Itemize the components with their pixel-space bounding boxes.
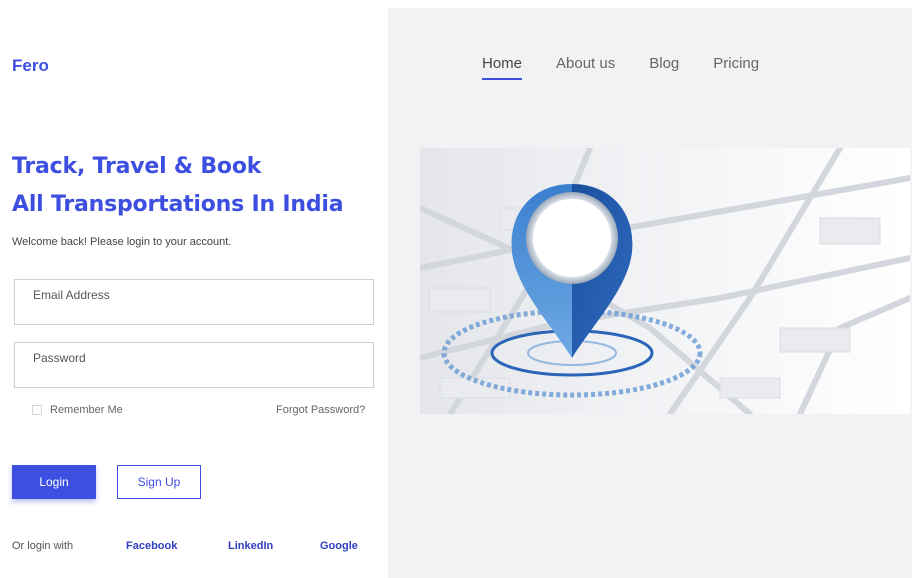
forgot-password-link[interactable]: Forgot Password?	[276, 404, 365, 416]
sign-up-button[interactable]: Sign Up	[117, 465, 201, 499]
password-input[interactable]	[32, 367, 363, 383]
headline-line-1: Track, Travel & Book	[12, 154, 262, 179]
nav-item-home[interactable]: Home	[482, 55, 523, 80]
facebook-login-link[interactable]: Facebook	[126, 540, 177, 552]
password-field[interactable]: Password	[14, 342, 374, 388]
remember-me-label: Remember Me	[50, 404, 123, 416]
email-input[interactable]	[32, 304, 363, 320]
page-headline: Track, Travel & Book All Transportations…	[12, 148, 344, 224]
remember-me-toggle[interactable]: Remember Me	[32, 404, 123, 416]
top-navigation: Home About us Blog Pricing	[482, 55, 793, 80]
brand-logo[interactable]: Fero	[12, 56, 49, 76]
login-button[interactable]: Login	[12, 465, 96, 499]
linkedin-login-link[interactable]: LinkedIn	[228, 540, 273, 552]
remember-me-checkbox[interactable]	[32, 405, 42, 415]
nav-item-about-us[interactable]: About us	[556, 55, 615, 72]
login-panel: Fero Track, Travel & Book All Transporta…	[0, 0, 388, 578]
nav-item-pricing[interactable]: Pricing	[713, 55, 759, 72]
welcome-text: Welcome back! Please login to your accou…	[12, 236, 232, 248]
password-label: Password	[33, 351, 86, 365]
headline-line-2: All Transportations In India	[12, 192, 344, 217]
social-login-prefix: Or login with	[12, 540, 74, 552]
google-login-link[interactable]: Google	[320, 540, 358, 552]
email-label: Email Address	[33, 288, 110, 302]
map-location-pin-icon	[420, 148, 910, 414]
nav-item-blog[interactable]: Blog	[649, 55, 679, 72]
email-field[interactable]: Email Address	[14, 279, 374, 325]
